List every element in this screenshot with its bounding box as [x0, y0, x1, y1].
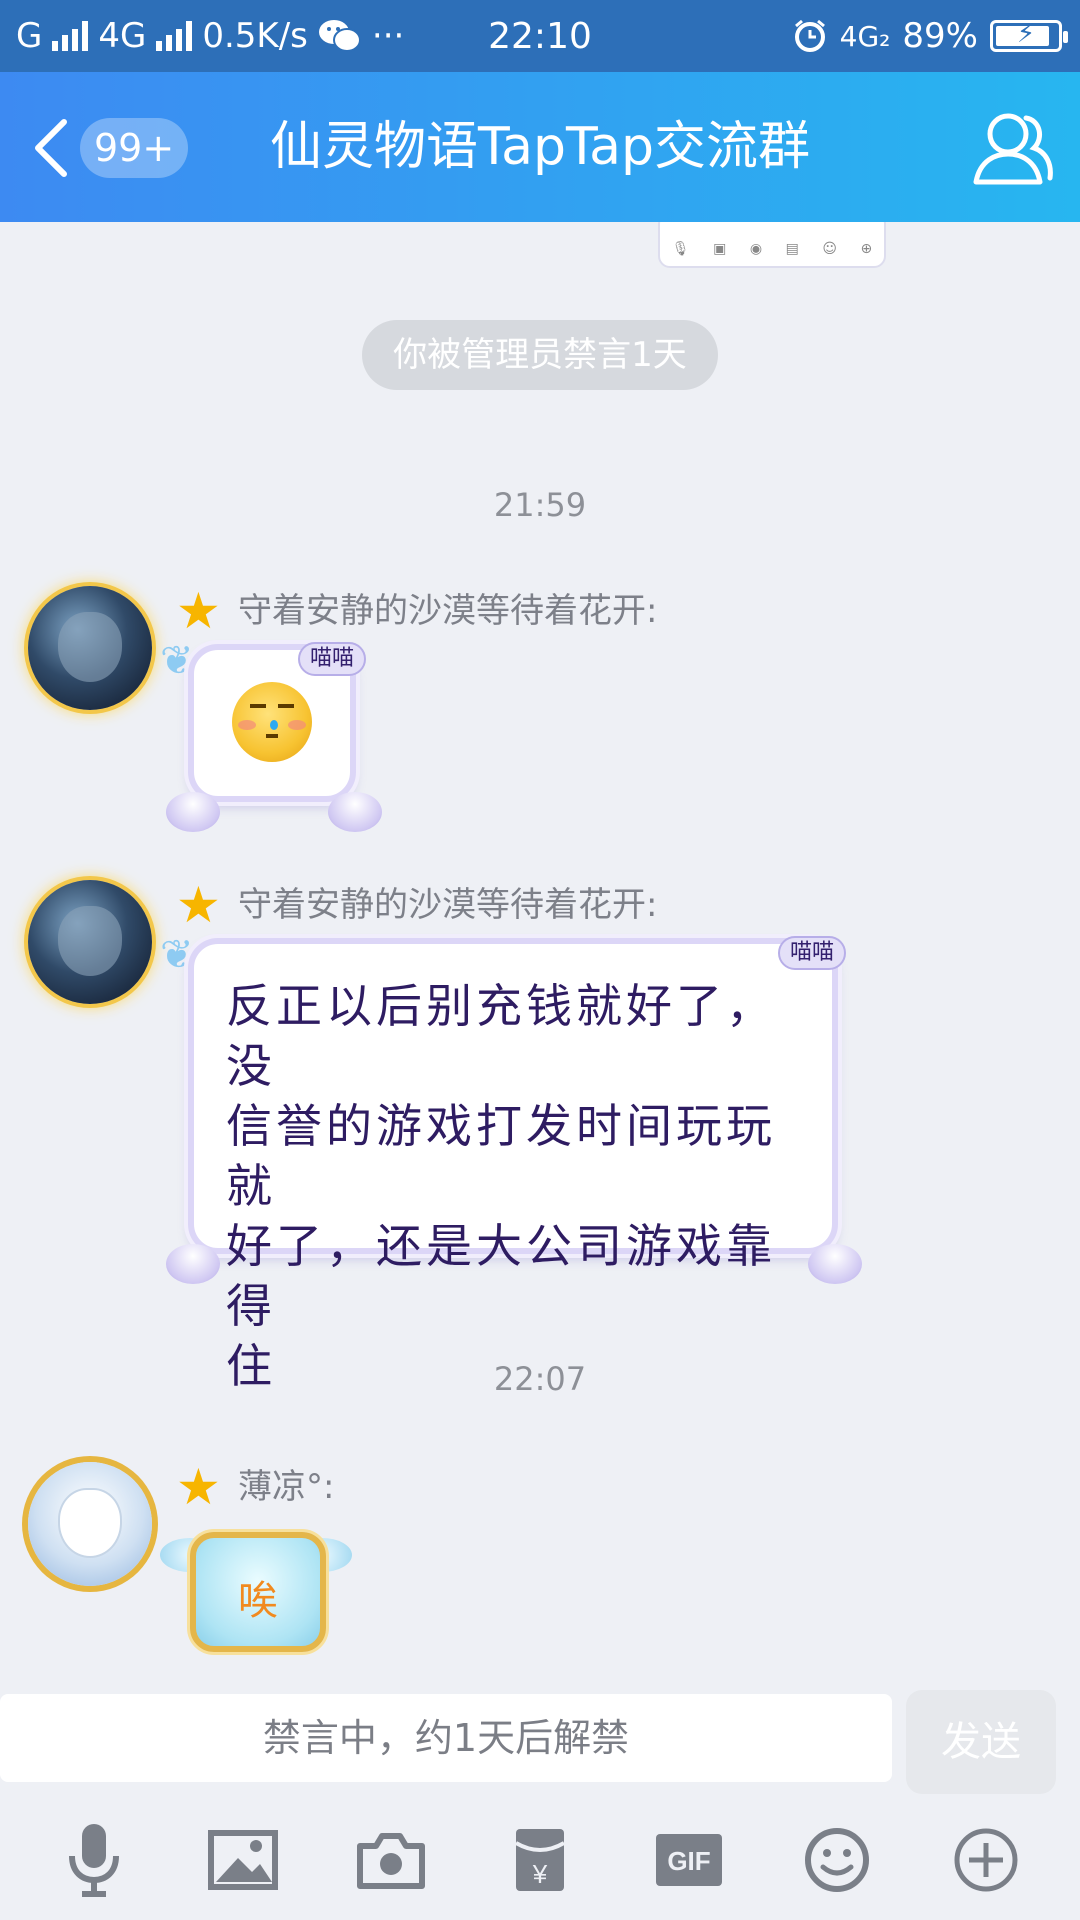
message-text-line: 好了，还是大公司游戏靠得 — [226, 1219, 776, 1333]
bubble-petal-decoration — [166, 1244, 220, 1284]
message-text-line: 反正以后别充钱就好了，没 — [226, 979, 776, 1093]
image-icon — [207, 1830, 278, 1890]
avatar[interactable] — [28, 1462, 152, 1586]
charging-icon: ⚡ — [1016, 19, 1036, 49]
chat-area[interactable]: 🎙 ▣ ◉ ▤ ☺ ⊕ 你被管理员禁言1天 21:59 ★ 守着安静的沙漠等待着… — [0, 222, 1080, 1692]
message-text: 反正以后别充钱就好了，没 信誉的游戏打发时间玩玩就 好了，还是大公司游戏靠得 住 — [226, 976, 816, 1396]
emoji-icon — [805, 1828, 870, 1892]
sticker-text: 唉 — [238, 1578, 278, 1624]
thumb-emoji-icon: ☺ — [822, 241, 837, 257]
bubble-petal-decoration — [328, 792, 382, 832]
thumb-image-icon: ▣ — [713, 241, 727, 257]
red-packet-button[interactable]: ¥ — [500, 1820, 580, 1900]
bubble-petal-decoration — [166, 792, 220, 832]
thumb-gif-icon: ▤ — [785, 241, 799, 257]
gif-label: GIF — [667, 1846, 710, 1876]
alarm-icon — [794, 19, 825, 52]
status-bar: G 4G 0.5K/s ··· 22:10 4G₂ 89% ⚡ — [0, 0, 1080, 72]
group-members-button[interactable] — [970, 108, 1054, 188]
member-star-icon: ★ — [176, 582, 221, 640]
avatar[interactable] — [28, 586, 152, 710]
send-button[interactable]: 发送 — [906, 1690, 1056, 1794]
sender-name[interactable]: 薄凉°: — [238, 1462, 334, 1512]
gif-button[interactable]: GIF — [649, 1820, 729, 1900]
input-toolbar: ¥ GIF — [0, 1800, 1080, 1920]
system-notice: 你被管理员禁言1天 — [362, 320, 718, 390]
timestamp: 21:59 — [493, 486, 587, 524]
microphone-icon — [69, 1824, 120, 1897]
bubble-tag: 喵喵 — [778, 936, 847, 970]
unread-badge: 99+ — [80, 118, 189, 178]
red-packet-glyph: ¥ — [532, 1859, 548, 1889]
input-row: 禁言中，约1天后解禁 发送 — [0, 1690, 1080, 1794]
red-packet-icon: ¥ — [514, 1829, 565, 1891]
avatar-figure — [58, 906, 122, 976]
image-button[interactable] — [203, 1820, 283, 1900]
voice-button[interactable] — [54, 1820, 134, 1900]
group-title: 仙灵物语TapTap交流群 — [269, 117, 811, 177]
camera-icon — [357, 1833, 426, 1889]
bubble-tag: 喵喵 — [298, 642, 367, 676]
sender-name[interactable]: 守着安静的沙漠等待着花开: — [238, 586, 657, 636]
battery-icon: ⚡ — [990, 19, 1068, 52]
sender-name[interactable]: 守着安静的沙漠等待着花开: — [238, 880, 657, 930]
member-star-icon: ★ — [176, 1458, 221, 1516]
chevron-left-icon — [35, 119, 67, 177]
message-bubble[interactable]: 唉 — [190, 1532, 326, 1652]
back-button[interactable]: 99+ — [20, 112, 189, 182]
message-input[interactable]: 禁言中，约1天后解禁 — [0, 1694, 892, 1782]
plus-icon — [954, 1828, 1018, 1892]
thumb-camera-icon: ◉ — [749, 241, 763, 257]
more-button[interactable] — [946, 1820, 1026, 1900]
screenshot-thumbnail[interactable]: 🎙 ▣ ◉ ▤ ☺ ⊕ — [658, 222, 886, 268]
message-text-line: 信誉的游戏打发时间玩玩就 — [226, 1099, 776, 1213]
avatar-figure — [58, 612, 122, 682]
timestamp: 22:07 — [493, 1360, 587, 1398]
camera-button[interactable] — [351, 1820, 431, 1900]
status-right: 4G₂ 89% ⚡ — [792, 16, 1068, 56]
avatar-figure — [58, 1488, 122, 1558]
bubble-petal-decoration — [808, 1244, 862, 1284]
chat-header: 99+ 仙灵物语TapTap交流群 — [0, 72, 1080, 222]
user-icon — [973, 113, 1053, 185]
avatar[interactable] — [28, 880, 152, 1004]
thumb-mic-icon: 🎙 — [671, 241, 690, 257]
battery-percent: 89% — [902, 16, 978, 56]
network-type: 4G₂ — [839, 19, 891, 53]
thumb-plus-icon: ⊕ — [860, 241, 873, 257]
gif-icon: GIF — [655, 1834, 722, 1886]
emoji-button[interactable] — [797, 1820, 877, 1900]
member-star-icon: ★ — [176, 876, 221, 934]
sad-emoji-icon — [232, 682, 312, 762]
